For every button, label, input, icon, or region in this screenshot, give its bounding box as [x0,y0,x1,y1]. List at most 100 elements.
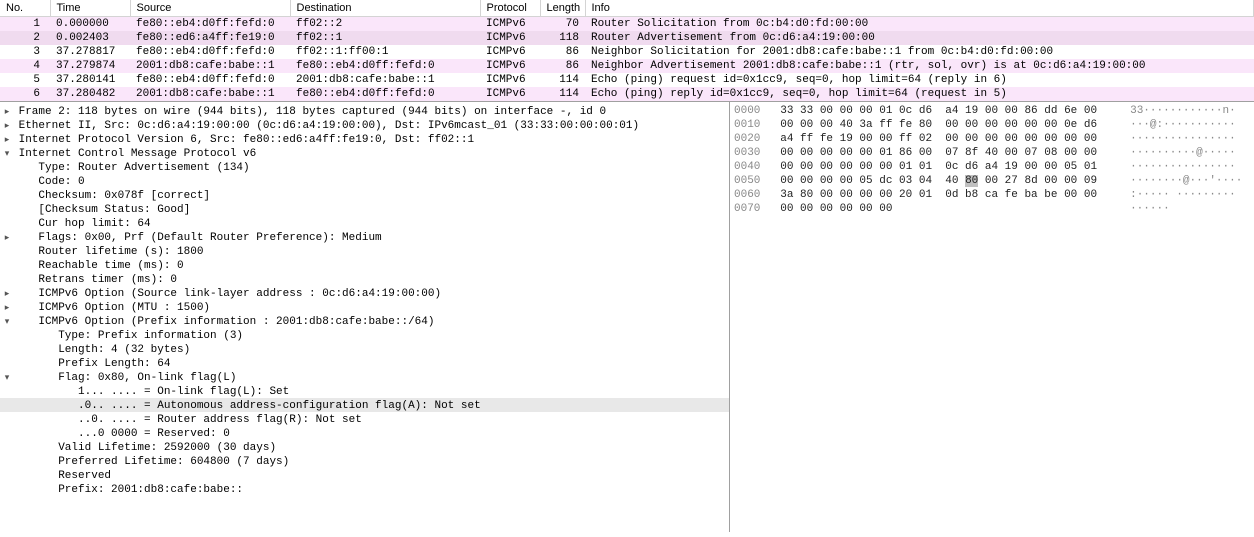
cell-time: 37.279874 [50,59,130,73]
col-header-time[interactable]: Time [50,0,130,17]
detail-line[interactable]: ▸ Ethernet II, Src: 0c:d6:a4:19:00:00 (0… [0,118,729,132]
detail-text: 1... .... = On-link flag(L): Set [12,386,289,398]
expand-icon[interactable]: ▸ [2,132,12,146]
detail-line[interactable]: ▾ Flag: 0x80, On-link flag(L) [0,370,729,384]
packet-row[interactable]: 437.2798742001:db8:cafe:babe::1fe80::eb4… [0,59,1254,73]
bytes-row[interactable]: 0040 00 00 00 00 00 00 01 01 0c d6 a4 19… [734,160,1250,174]
detail-line[interactable]: ▸ ICMPv6 Option (Source link-layer addre… [0,286,729,300]
spacer-icon [2,398,12,412]
detail-text: Reserved [12,470,111,482]
detail-line[interactable]: ...0 0000 = Reserved: 0 [0,426,729,440]
col-header-length[interactable]: Length [540,0,585,17]
col-header-dest[interactable]: Destination [290,0,480,17]
detail-text: Length: 4 (32 bytes) [12,344,190,356]
cell-time: 0.000000 [50,17,130,32]
bytes-hex: 00 00 00 00 00 00 [780,203,892,215]
bytes-hex: 00 27 8d 00 00 09 [978,175,1097,187]
bytes-offset: 0000 [734,105,780,117]
detail-line[interactable]: Retrans timer (ms): 0 [0,272,729,286]
detail-line[interactable]: Valid Lifetime: 2592000 (30 days) [0,440,729,454]
detail-text: Prefix Length: 64 [12,358,170,370]
detail-line[interactable]: ▾ ICMPv6 Option (Prefix information : 20… [0,314,729,328]
expand-icon[interactable]: ▸ [2,118,12,132]
packet-header-row[interactable]: No. Time Source Destination Protocol Len… [0,0,1254,17]
bytes-row[interactable]: 0060 3a 80 00 00 00 00 20 01 0d b8 ca fe… [734,188,1250,202]
cell-no: 4 [0,59,50,73]
bytes-hex-selected: 80 [965,175,978,187]
collapse-icon[interactable]: ▾ [2,146,12,160]
bytes-ascii: ········@···'···· [1130,175,1242,187]
packet-bytes-pane[interactable]: 0000 33 33 00 00 00 01 0c d6 a4 19 00 00… [730,102,1254,532]
packet-row[interactable]: 637.2804822001:db8:cafe:babe::1fe80::eb4… [0,87,1254,101]
detail-line[interactable]: ▸ ICMPv6 Option (MTU : 1500) [0,300,729,314]
detail-line[interactable]: ..0. .... = Router address flag(R): Not … [0,412,729,426]
col-header-info[interactable]: Info [585,0,1254,17]
expand-icon[interactable]: ▸ [2,300,12,314]
detail-line[interactable]: Length: 4 (32 bytes) [0,342,729,356]
detail-line[interactable]: Prefix Length: 64 [0,356,729,370]
spacer-icon [2,482,12,496]
bytes-row[interactable]: 0010 00 00 00 40 3a ff fe 80 00 00 00 00… [734,118,1250,132]
cell-protocol: ICMPv6 [480,59,540,73]
bytes-row[interactable]: 0000 33 33 00 00 00 01 0c d6 a4 19 00 00… [734,104,1250,118]
cell-length: 114 [540,73,585,87]
detail-line[interactable]: Type: Router Advertisement (134) [0,160,729,174]
bytes-row[interactable]: 0070 00 00 00 00 00 00 ······ [734,202,1250,216]
detail-line[interactable]: ▸ Internet Protocol Version 6, Src: fe80… [0,132,729,146]
detail-line[interactable]: ▸ Frame 2: 118 bytes on wire (944 bits),… [0,104,729,118]
detail-line[interactable]: Reachable time (ms): 0 [0,258,729,272]
spacer-icon [2,216,12,230]
cell-length: 86 [540,59,585,73]
bytes-offset: 0020 [734,133,780,145]
packet-row[interactable]: 10.000000fe80::eb4:d0ff:fefd:0ff02::2ICM… [0,17,1254,32]
detail-line[interactable]: Reserved [0,468,729,482]
detail-line[interactable]: ▸ Flags: 0x00, Prf (Default Router Prefe… [0,230,729,244]
packet-row[interactable]: 537.280141fe80::eb4:d0ff:fefd:02001:db8:… [0,73,1254,87]
spacer-icon [2,468,12,482]
bytes-ascii: ················ [1130,133,1236,145]
detail-line[interactable]: 1... .... = On-link flag(L): Set [0,384,729,398]
detail-text: Cur hop limit: 64 [12,218,151,230]
cell-length: 86 [540,45,585,59]
collapse-icon[interactable]: ▾ [2,314,12,328]
cell-source: fe80::eb4:d0ff:fefd:0 [130,73,290,87]
detail-line[interactable]: Type: Prefix information (3) [0,328,729,342]
packet-row[interactable]: 337.278817fe80::eb4:d0ff:fefd:0ff02::1:f… [0,45,1254,59]
detail-line[interactable]: Checksum: 0x078f [correct] [0,188,729,202]
bytes-offset: 0030 [734,147,780,159]
bytes-hex: a4 ff fe 19 00 00 ff 02 00 00 00 00 00 0… [780,133,1097,145]
detail-line[interactable]: .0.. .... = Autonomous address-configura… [0,398,729,412]
expand-icon[interactable]: ▸ [2,286,12,300]
detail-line[interactable]: Cur hop limit: 64 [0,216,729,230]
detail-line[interactable]: Prefix: 2001:db8:cafe:babe:: [0,482,729,496]
expand-icon[interactable]: ▸ [2,230,12,244]
cell-destination: ff02::1 [290,31,480,45]
bytes-ascii: :····· ········· [1130,189,1236,201]
detail-line[interactable]: ▾ Internet Control Message Protocol v6 [0,146,729,160]
col-header-no[interactable]: No. [0,0,50,17]
cell-source: fe80::eb4:d0ff:fefd:0 [130,17,290,32]
bytes-row[interactable]: 0050 00 00 00 00 05 dc 03 04 40 80 00 27… [734,174,1250,188]
detail-text: .0.. .... = Autonomous address-configura… [12,400,481,412]
detail-line[interactable]: Preferred Lifetime: 604800 (7 days) [0,454,729,468]
spacer-icon [2,328,12,342]
bytes-ascii: ······ [1130,203,1170,215]
detail-text: ICMPv6 Option (Prefix information : 2001… [12,316,434,328]
detail-line[interactable]: Router lifetime (s): 1800 [0,244,729,258]
bytes-row[interactable]: 0020 a4 ff fe 19 00 00 ff 02 00 00 00 00… [734,132,1250,146]
expand-icon[interactable]: ▸ [2,104,12,118]
packet-details-pane[interactable]: ▸ Frame 2: 118 bytes on wire (944 bits),… [0,102,730,532]
col-header-source[interactable]: Source [130,0,290,17]
packet-row[interactable]: 20.002403fe80::ed6:a4ff:fe19:0ff02::1ICM… [0,31,1254,45]
bytes-row[interactable]: 0030 00 00 00 00 00 01 86 00 07 8f 40 00… [734,146,1250,160]
cell-info: Neighbor Solicitation for 2001:db8:cafe:… [585,45,1254,59]
packet-list-pane[interactable]: No. Time Source Destination Protocol Len… [0,0,1254,102]
detail-line[interactable]: Code: 0 [0,174,729,188]
packet-table[interactable]: No. Time Source Destination Protocol Len… [0,0,1254,101]
spacer-icon [2,412,12,426]
bytes-hex: 00 00 00 00 05 dc 03 04 40 [780,175,965,187]
spacer-icon [2,188,12,202]
collapse-icon[interactable]: ▾ [2,370,12,384]
detail-line[interactable]: [Checksum Status: Good] [0,202,729,216]
col-header-proto[interactable]: Protocol [480,0,540,17]
